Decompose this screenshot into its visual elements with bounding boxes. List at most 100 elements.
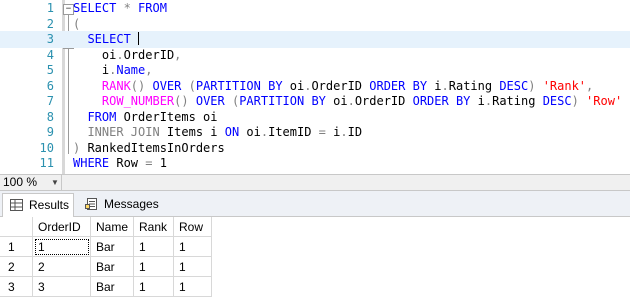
code-line[interactable]: 1 SELECT * FROM	[0, 0, 630, 17]
code-text: ) RankedItemsInOrders	[73, 141, 225, 155]
code-line[interactable]: 10) RankedItemsInOrders	[0, 140, 630, 157]
code-text: ROW_NUMBER() OVER (PARTITION BY oi.Order…	[73, 94, 622, 108]
table-cell[interactable]: 1	[133, 256, 174, 277]
line-number: 9	[46, 125, 54, 139]
line-number: 7	[46, 94, 54, 108]
code-token: ,	[174, 47, 182, 62]
line-number: 8	[46, 109, 54, 124]
code-token: WHERE	[73, 156, 117, 170]
table-row[interactable]: 2 2 Bar 1 1	[0, 256, 212, 277]
zoom-select[interactable]: 100 % ▼	[0, 175, 62, 190]
code-token: OrderID	[311, 78, 370, 93]
table-row[interactable]: 3 3 Bar 1 1	[0, 276, 212, 297]
row-header-corner[interactable]	[0, 217, 33, 237]
code-token: =	[318, 125, 334, 139]
editor-status-bar: 100 % ▼	[0, 174, 630, 191]
table-cell[interactable]: 1	[133, 276, 174, 297]
column-header[interactable]: Name	[90, 217, 134, 237]
code-token: ID	[347, 125, 363, 139]
line-number: 6	[46, 78, 54, 93]
tab-results-label: Results	[29, 198, 70, 212]
results-header-row: OrderID Name Rank Row	[0, 217, 212, 237]
code-text: FROM OrderItems oi	[73, 109, 217, 124]
code-token: 'Rank'	[542, 78, 587, 93]
code-token: RANK	[73, 78, 131, 93]
results-grid: OrderID Name Rank Row 1 1 Bar 1 1 2 2 Bar 1 1 3 3 Ba…	[0, 217, 212, 297]
code-token: =	[145, 156, 160, 170]
line-number: 11	[39, 156, 54, 170]
code-token: FROM	[73, 109, 124, 124]
code-token: ON	[224, 125, 247, 139]
code-token: .	[340, 125, 348, 139]
code-token: i	[477, 94, 485, 108]
table-cell[interactable]: 1	[133, 236, 174, 257]
code-text: INNER JOIN Items i ON oi.ItemID = i.ID	[73, 125, 362, 139]
sql-editor[interactable]: − − 1SELECT * FROM2(3 SELECT 4 oi.OrderI…	[0, 0, 630, 174]
code-token: SELECT	[73, 32, 139, 46]
row-number[interactable]: 3	[0, 276, 33, 297]
code-line[interactable]: 6 RANK() OVER (PARTITION BY oi. OrderID O…	[0, 78, 630, 95]
column-header[interactable]: OrderID	[32, 217, 91, 237]
code-text: i.Name,	[73, 63, 153, 77]
code-token: oi	[246, 125, 261, 139]
code-token: oi	[333, 94, 348, 108]
zoom-value: 100 %	[3, 175, 38, 189]
code-line[interactable]: 4 oi.OrderID,	[0, 47, 630, 64]
code-token: ,	[145, 63, 153, 77]
code-token: Row	[116, 156, 146, 170]
table-cell[interactable]: 1	[173, 256, 212, 277]
code-line[interactable]: 5 i.Name,	[0, 62, 630, 79]
code-line[interactable]: 3 SELECT	[0, 31, 630, 48]
row-number[interactable]: 1	[0, 236, 33, 257]
code-text: (	[73, 17, 80, 31]
code-token: 'Row'	[586, 94, 623, 108]
code-token: FROM	[138, 1, 167, 15]
code-token: RankedItemsInOrders	[87, 140, 225, 155]
code-token: ORDER BY	[369, 78, 435, 93]
messages-icon	[85, 198, 97, 210]
tab-results[interactable]: Results	[2, 193, 74, 217]
table-cell[interactable]: Bar	[90, 256, 134, 277]
code-token: oi	[73, 47, 117, 62]
grid-icon	[10, 199, 23, 211]
code-token: Name	[116, 63, 146, 77]
table-cell[interactable]: 1	[173, 236, 212, 257]
table-cell[interactable]: 3	[32, 276, 91, 297]
code-token: .	[441, 78, 449, 93]
column-header[interactable]: Row	[173, 217, 212, 237]
line-number: 2	[46, 16, 54, 31]
code-token: DESC	[499, 78, 529, 93]
code-line[interactable]: 9 INNER JOIN Items i ON oi.ItemID = i.ID	[0, 124, 630, 141]
code-token: .	[116, 47, 124, 62]
code-line[interactable]: 7 ROW_NUMBER() OVER (PARTITION BY oi.Ord…	[0, 93, 630, 110]
code-token: .	[260, 125, 269, 139]
table-row[interactable]: 1 1 Bar 1 1	[0, 236, 212, 257]
code-token: ()	[130, 78, 153, 93]
table-cell[interactable]: Bar	[90, 276, 134, 297]
text-cursor	[138, 32, 140, 45]
code-token: ItemID	[268, 125, 319, 139]
code-token: (	[73, 16, 81, 31]
table-cell[interactable]: Bar	[90, 236, 134, 257]
code-line[interactable]: 8 FROM OrderItems oi	[0, 109, 630, 126]
tab-messages-label: Messages	[104, 197, 159, 211]
tab-messages[interactable]: Messages	[78, 193, 159, 215]
table-cell[interactable]: 2	[32, 256, 91, 277]
code-token: INNER JOIN	[73, 125, 167, 139]
column-header[interactable]: Rank	[133, 217, 174, 237]
code-line[interactable]: 2(	[0, 16, 630, 33]
code-token: )	[528, 78, 543, 93]
code-token: i	[73, 63, 110, 77]
table-cell[interactable]: 1	[173, 276, 212, 297]
code-token: oi	[289, 78, 305, 93]
code-token: OrderID	[354, 94, 413, 108]
code-line[interactable]: 11 WHERE Row = 1	[0, 155, 630, 172]
row-number[interactable]: 2	[0, 256, 33, 277]
code-token: *	[116, 1, 139, 15]
table-cell[interactable]: 1	[32, 236, 91, 257]
code-text: oi.OrderID,	[73, 47, 182, 62]
line-number: 3	[46, 32, 54, 46]
code-token: 1	[159, 156, 167, 170]
code-token: Items i	[166, 125, 225, 139]
line-number: 5	[46, 63, 54, 77]
